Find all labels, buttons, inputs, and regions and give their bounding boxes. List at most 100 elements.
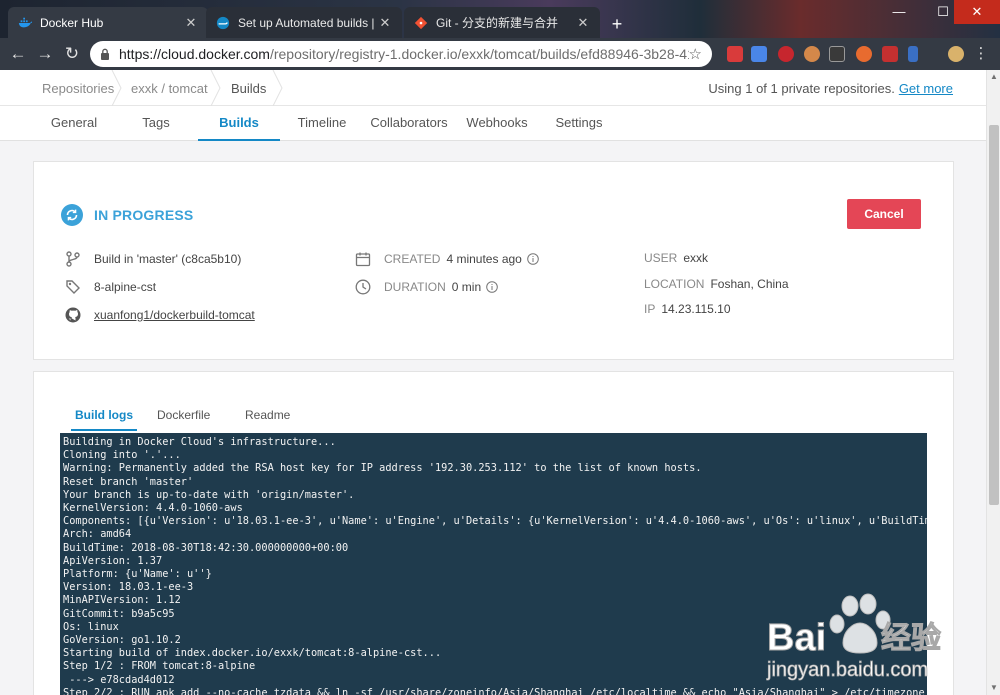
close-tab-icon[interactable]: ✕	[576, 15, 590, 31]
log-line: GitCommit: b9a5c95	[63, 607, 175, 620]
log-line: Reset branch 'master'	[63, 475, 194, 488]
info-icon[interactable]	[527, 253, 539, 265]
build-logs-card: Build logs Dockerfile Readme Building in…	[33, 371, 954, 695]
extension-lens-icon[interactable]	[829, 46, 845, 62]
build-log-output[interactable]: Building in Docker Cloud's infrastructur…	[60, 433, 927, 695]
tag-icon	[66, 280, 80, 294]
clock-icon	[355, 279, 371, 295]
branch-icon	[66, 251, 80, 267]
log-line: Components: [{u'Version': u'18.03.1-ee-3…	[63, 515, 927, 528]
tab-general[interactable]: General	[38, 106, 110, 141]
log-line: Version: 18.03.1-ee-3	[63, 581, 194, 594]
breadcrumb-separator	[111, 70, 122, 106]
scroll-up-icon[interactable]: ▲	[987, 70, 1000, 84]
build-tag-text: 8-alpine-cst	[94, 280, 157, 294]
tab-builds[interactable]: Builds	[198, 106, 280, 141]
log-line: KernelVersion: 4.4.0-1060-aws	[63, 502, 243, 515]
build-tag: 8-alpine-cst	[65, 279, 156, 295]
reload-icon[interactable]: ↻	[62, 44, 82, 64]
docker-icon	[18, 17, 32, 27]
new-tab-button[interactable]: +	[606, 14, 628, 36]
url-host: https://cloud.docker.com	[119, 46, 270, 62]
log-line: Arch: amd64	[63, 528, 132, 541]
back-arrow-icon[interactable]: ←	[8, 44, 28, 64]
build-ip: IP 14.23.115.10	[644, 302, 731, 316]
tab-timeline[interactable]: Timeline	[292, 106, 352, 141]
log-line: Step 2/2 : RUN apk add --no-cache tzdata…	[63, 686, 925, 695]
created-value: 4 minutes ago	[446, 252, 522, 266]
profile-avatar[interactable]	[948, 46, 964, 62]
duration-label: DURATION	[384, 280, 446, 294]
breadcrumb: Repositories exxk / tomcat Builds Using …	[0, 70, 986, 106]
lock-icon	[101, 48, 109, 60]
log-line: ApiVersion: 1.37	[63, 554, 163, 567]
url-text: https://cloud.docker.com/repository/regi…	[119, 46, 689, 62]
breadcrumb-repository[interactable]: exxk / tomcat	[131, 81, 208, 96]
sync-icon	[61, 204, 83, 226]
build-created: CREATED 4 minutes ago	[355, 251, 539, 267]
tab-tags[interactable]: Tags	[131, 106, 181, 141]
close-tab-icon[interactable]: ✕	[378, 15, 392, 31]
log-line: Cloning into '.'...	[63, 449, 181, 462]
page-viewport: Repositories exxk / tomcat Builds Using …	[0, 70, 986, 695]
repo-tabs: General Tags Builds Timeline Collaborato…	[0, 106, 986, 141]
location-value: Foshan, China	[710, 277, 789, 291]
tab-title: Docker Hub	[40, 15, 104, 30]
close-tab-icon[interactable]: ✕	[184, 15, 198, 31]
scrollbar-thumb[interactable]	[989, 125, 999, 505]
build-summary-card: IN PROGRESS Cancel Build in 'master' (c8…	[33, 161, 954, 360]
star-icon[interactable]: ☆	[689, 45, 702, 63]
log-line: Step 1/2 : FROM tomcat:8-alpine	[63, 660, 256, 673]
private-repo-usage: Using 1 of 1 private repositories. Get mo…	[708, 81, 953, 96]
breadcrumb-separator	[272, 70, 283, 106]
build-branch-text: Build in 'master' (c8ca5b10)	[94, 252, 242, 266]
browser-tab-git[interactable]: Git - 分支的新建与合并 ✕	[404, 7, 600, 38]
menu-kebab-icon[interactable]: ⋮	[971, 44, 991, 64]
tab-readme[interactable]: Readme	[245, 408, 290, 422]
tab-build-logs[interactable]: Build logs	[71, 408, 137, 431]
extension-adblock-icon[interactable]	[778, 46, 794, 62]
log-line: Your branch is up-to-date with 'origin/m…	[63, 488, 355, 501]
get-more-link[interactable]: Get more	[899, 81, 953, 96]
ip-value: 14.23.115.10	[661, 302, 731, 316]
log-line: Platform: {u'Name': u''}	[63, 568, 212, 581]
github-icon	[65, 307, 81, 323]
extension-cookie-icon[interactable]	[804, 46, 820, 62]
build-location: LOCATION Foshan, China	[644, 277, 789, 291]
extension-x-icon[interactable]	[856, 46, 872, 62]
log-line: BuildTime: 2018-08-30T18:42:30.000000000…	[63, 541, 349, 554]
build-status-text: IN PROGRESS	[94, 207, 194, 223]
tab-settings[interactable]: Settings	[552, 106, 606, 141]
tab-collaborators[interactable]: Collaborators	[370, 106, 448, 141]
duration-value: 0 min	[451, 280, 482, 294]
extension-translate-icon[interactable]	[751, 46, 767, 62]
minimize-button[interactable]: —	[876, 0, 922, 24]
browser-tab-automated-builds[interactable]: Set up Automated builds | Do ✕	[206, 7, 402, 38]
source-repo-link[interactable]: xuanfong1/dockerbuild-tomcat	[94, 308, 255, 322]
breadcrumb-repositories[interactable]: Repositories	[42, 81, 114, 96]
info-icon[interactable]	[486, 281, 498, 293]
tab-dockerfile[interactable]: Dockerfile	[157, 408, 210, 422]
tab-webhooks[interactable]: Webhooks	[464, 106, 530, 141]
log-line: GoVersion: go1.10.2	[63, 634, 181, 647]
log-line: Building in Docker Cloud's infrastructur…	[63, 436, 336, 448]
page-scrollbar[interactable]: ▲ ▼	[986, 70, 1000, 695]
log-line: Starting build of index.docker.io/exxk/t…	[63, 647, 442, 660]
address-bar[interactable]: https://cloud.docker.com/repository/regi…	[90, 41, 712, 67]
scroll-down-icon[interactable]: ▼	[987, 681, 1000, 695]
git-icon	[414, 16, 428, 29]
log-line: MinAPIVersion: 1.12	[63, 594, 181, 607]
usage-text: Using 1 of 1 private repositories.	[708, 81, 895, 96]
user-label: USER	[644, 251, 678, 265]
ip-label: IP	[644, 302, 656, 316]
close-window-button[interactable]: ✕	[954, 0, 1000, 24]
extension-slash-icon[interactable]	[908, 46, 918, 62]
extension-mail-icon[interactable]	[727, 46, 743, 62]
url-path: /repository/registry-1.docker.io/exxk/to…	[269, 46, 689, 62]
browser-tab-strip: Docker Hub ✕ Set up Automated builds | D…	[0, 0, 1000, 38]
cancel-button[interactable]: Cancel	[847, 199, 921, 229]
log-line: ---> e78cdad4d012	[63, 673, 175, 686]
forward-arrow-icon[interactable]: →	[35, 44, 55, 64]
extension-code-icon[interactable]	[882, 46, 898, 62]
browser-tab-docker-hub[interactable]: Docker Hub ✕	[8, 7, 208, 38]
